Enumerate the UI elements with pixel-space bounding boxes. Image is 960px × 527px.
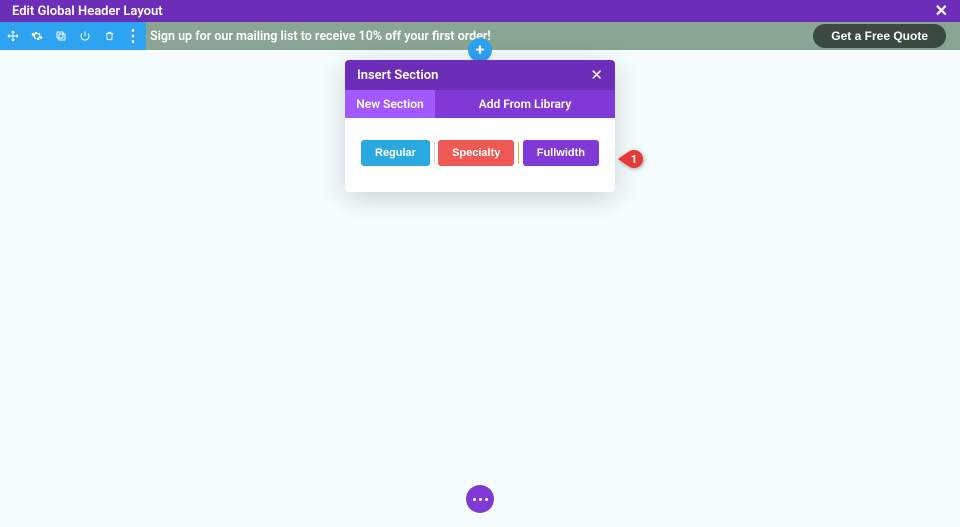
topbar-title: Edit Global Header Layout bbox=[12, 4, 163, 19]
annotation-badge: 1 bbox=[625, 150, 643, 168]
page-settings-button[interactable] bbox=[466, 485, 494, 513]
regular-button[interactable]: Regular bbox=[361, 140, 430, 166]
topbar: Edit Global Header Layout ✕ bbox=[0, 0, 960, 22]
tab-add-from-library[interactable]: Add From Library bbox=[435, 90, 615, 118]
modal-title: Insert Section bbox=[357, 68, 438, 83]
tab-new-section[interactable]: New Section bbox=[345, 90, 435, 118]
promo-banner: Sign up for our mailing list to receive … bbox=[146, 22, 960, 50]
power-icon[interactable] bbox=[78, 29, 92, 43]
specialty-button[interactable]: Specialty bbox=[438, 140, 514, 166]
duplicate-icon[interactable] bbox=[54, 29, 68, 43]
close-icon[interactable]: ✕ bbox=[590, 66, 603, 84]
add-section-button[interactable]: + bbox=[468, 38, 492, 62]
trash-icon[interactable] bbox=[102, 29, 116, 43]
fullwidth-button[interactable]: Fullwidth bbox=[523, 140, 599, 166]
annotation-pointer: 1 bbox=[618, 150, 643, 168]
promo-text: Sign up for our mailing list to receive … bbox=[150, 29, 491, 44]
modal-tabs: New Section Add From Library bbox=[345, 90, 615, 118]
quote-button[interactable]: Get a Free Quote bbox=[813, 24, 946, 48]
more-icon[interactable]: ⋮ bbox=[126, 29, 140, 43]
move-icon[interactable] bbox=[6, 29, 20, 43]
modal-body: Regular Specialty Fullwidth bbox=[345, 118, 615, 192]
modal-header: Insert Section ✕ bbox=[345, 60, 615, 90]
gear-icon[interactable] bbox=[30, 29, 44, 43]
close-icon[interactable]: ✕ bbox=[935, 3, 948, 19]
insert-section-modal: Insert Section ✕ New Section Add From Li… bbox=[345, 60, 615, 192]
module-toolbar: ⋮ bbox=[0, 22, 146, 50]
